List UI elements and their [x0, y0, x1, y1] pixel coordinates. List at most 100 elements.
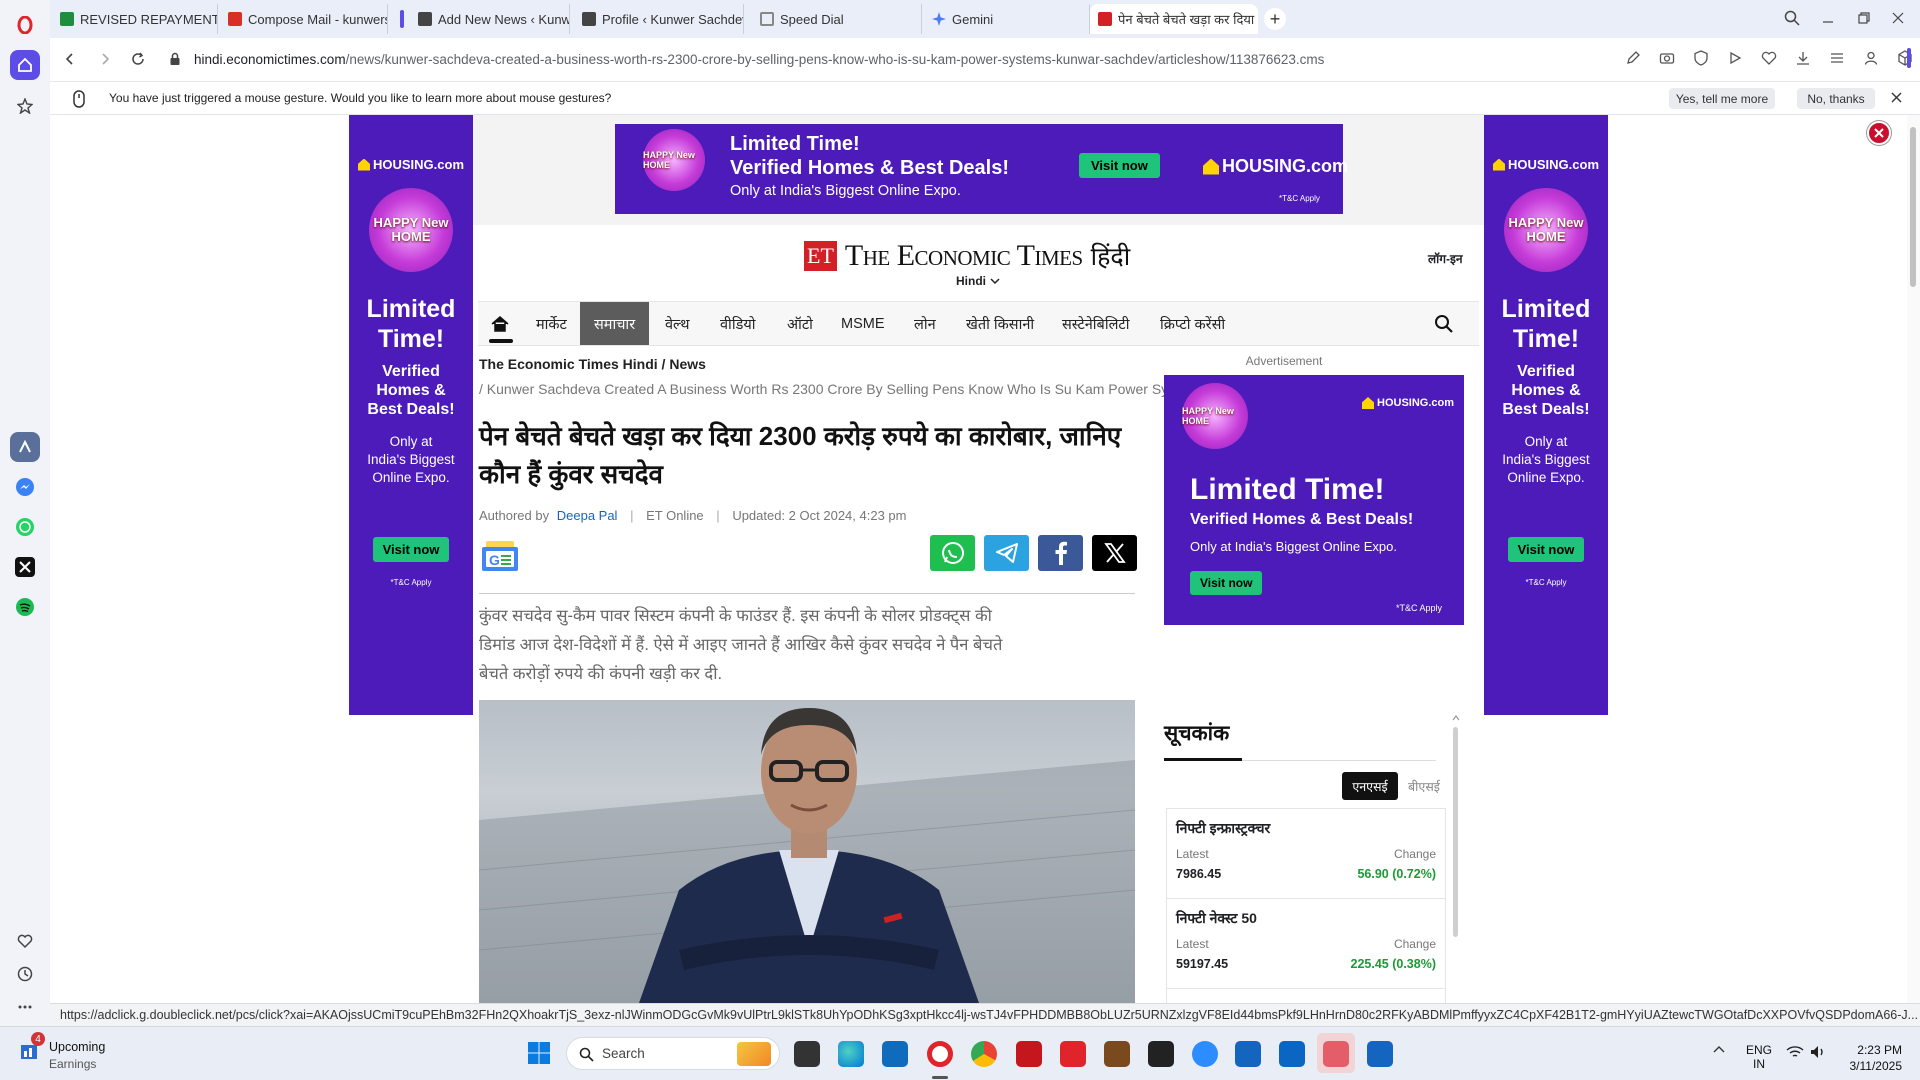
no-thanks-button[interactable]: No, thanks	[1797, 88, 1875, 109]
tab-economic-times-active[interactable]: पेन बेचते बेचते खड़ा कर दिया	[1090, 4, 1258, 34]
search-icon[interactable]	[1434, 302, 1454, 345]
nav-wealth[interactable]: वेल्थ	[665, 302, 690, 345]
et-logo-hindi: हिंदी	[1090, 242, 1131, 271]
nav-msme[interactable]: MSME	[841, 302, 885, 345]
breadcrumb-news[interactable]: News	[669, 356, 706, 372]
pinboard-icon[interactable]	[10, 91, 40, 121]
language-selector[interactable]: Hindi	[956, 274, 1000, 288]
whatsapp-share-icon[interactable]	[930, 535, 975, 571]
easy-setup-icon[interactable]	[1829, 50, 1845, 66]
tab-gemini[interactable]: Gemini	[924, 4, 1090, 34]
heart-icon[interactable]	[10, 926, 40, 956]
sidebar-toggle[interactable]	[1907, 48, 1911, 68]
camera-icon[interactable]	[1659, 50, 1675, 66]
edit-icon[interactable]	[1625, 50, 1641, 66]
aria-icon[interactable]	[10, 432, 40, 462]
tab-compose-mail[interactable]: Compose Mail - kunwersa	[220, 4, 388, 34]
close-ad-icon[interactable]	[1867, 121, 1891, 145]
sidebar-rectangle-ad[interactable]: HAPPY New HOME HOUSING.com Limited Time!…	[1164, 375, 1464, 625]
show-hidden-icons-chevron-icon[interactable]	[1713, 1045, 1725, 1053]
volume-icon[interactable]	[1810, 1045, 1826, 1059]
lock-icon[interactable]	[169, 52, 181, 66]
task-view-icon[interactable]	[794, 1041, 820, 1067]
visit-now-button[interactable]: Visit now	[1507, 537, 1585, 562]
close-notification-icon[interactable]	[1891, 92, 1902, 103]
zoom-icon[interactable]	[1192, 1041, 1218, 1067]
nav-market[interactable]: मार्केट	[536, 302, 567, 345]
nav-sustainability[interactable]: सस्टेनेबिलिटी	[1062, 302, 1129, 345]
download-icon[interactable]	[1795, 50, 1811, 66]
close-window-icon[interactable]	[1890, 10, 1906, 26]
page-scrollbar-thumb[interactable]	[1910, 127, 1916, 287]
more-options-icon[interactable]	[10, 992, 40, 1022]
yes-tell-me-more-button[interactable]: Yes, tell me more	[1669, 88, 1775, 109]
x-share-icon[interactable]	[1092, 535, 1137, 571]
nav-crypto[interactable]: क्रिप्टो करेंसी	[1160, 302, 1225, 345]
speed-dial-home-icon[interactable]	[10, 50, 40, 80]
input-language[interactable]: ENG IN	[1746, 1043, 1772, 1071]
back-icon[interactable]	[63, 52, 77, 66]
new-tab-button[interactable]: +	[1264, 8, 1286, 30]
spotify-icon[interactable]	[10, 592, 40, 622]
forward-icon[interactable]	[98, 52, 112, 66]
google-news-icon[interactable]: G	[480, 539, 520, 573]
tab-nse[interactable]: एनएसई	[1342, 772, 1398, 800]
messenger-icon[interactable]	[10, 472, 40, 502]
tab-bse[interactable]: बीएसई	[1402, 772, 1446, 800]
clock[interactable]: 2:23 PM 3/11/2025	[1840, 1042, 1903, 1074]
nav-video[interactable]: वीडियो	[720, 302, 756, 345]
taskbar-search[interactable]: Search	[566, 1037, 780, 1070]
widget-scroll-up-icon[interactable]	[1452, 715, 1460, 723]
nav-auto[interactable]: ऑटो	[787, 302, 813, 345]
facebook-share-icon[interactable]	[1038, 535, 1083, 571]
telegram-share-icon[interactable]	[984, 535, 1029, 571]
app-icon[interactable]	[1148, 1041, 1174, 1067]
index-row[interactable]: निफ्टी इन्फ्रास्ट्रक्चर Latest Change 79…	[1167, 809, 1445, 899]
right-side-ad[interactable]: HOUSING.com HAPPY New HOME Limited Time! …	[1484, 115, 1608, 715]
whatsapp-icon[interactable]	[10, 512, 40, 542]
bookmark-heart-icon[interactable]	[1761, 50, 1777, 66]
x-twitter-icon[interactable]	[10, 552, 40, 582]
outlook-icon[interactable]	[882, 1041, 908, 1067]
adblock-shield-icon[interactable]	[1693, 50, 1709, 66]
tab-repayment-plan[interactable]: REVISED REPAYMENT PLAN	[52, 4, 218, 34]
reload-icon[interactable]	[131, 52, 145, 66]
snipping-tool-active[interactable]	[1317, 1033, 1355, 1073]
windows-start-icon[interactable]	[527, 1041, 551, 1065]
acrobat-icon[interactable]	[1016, 1041, 1042, 1067]
index-row[interactable]: निफ्टी नेक्स्ट 50 Latest Change 59197.45…	[1167, 899, 1445, 989]
tab-profile[interactable]: Profile ‹ Kunwer Sachdev	[574, 4, 744, 34]
chrome-icon[interactable]	[971, 1041, 997, 1067]
player-icon[interactable]	[1727, 50, 1743, 66]
game-icon[interactable]	[1104, 1041, 1130, 1067]
word-icon[interactable]	[1235, 1041, 1261, 1067]
et-hindi-logo[interactable]: ET The Economic Times हिंदी	[804, 239, 1130, 273]
visit-now-button[interactable]: Visit now	[372, 537, 450, 562]
anydesk-icon[interactable]	[1060, 1041, 1086, 1067]
tab-speed-dial[interactable]: Speed Dial	[752, 4, 922, 34]
account-icon[interactable]	[1863, 50, 1879, 66]
history-icon[interactable]	[10, 959, 40, 989]
visit-now-button[interactable]: Visit now	[1079, 153, 1160, 178]
tab-search-icon[interactable]	[1784, 10, 1800, 26]
edge-icon[interactable]	[838, 1041, 864, 1067]
nav-farming[interactable]: खेती किसानी	[966, 302, 1034, 345]
editor-icon[interactable]	[1367, 1041, 1393, 1067]
url-field[interactable]: hindi.economictimes.com/news/kunwer-sach…	[194, 52, 1324, 67]
restore-icon[interactable]	[1856, 10, 1872, 26]
breadcrumb-home[interactable]: The Economic Times Hindi	[479, 356, 658, 372]
author-link[interactable]: Deepa Pal	[557, 508, 618, 523]
login-link[interactable]: लॉग-इन	[1428, 250, 1463, 267]
widget-scrollbar[interactable]	[1453, 727, 1458, 937]
nav-loan[interactable]: लोन	[914, 302, 936, 345]
nav-news[interactable]: समाचार	[580, 302, 650, 345]
opera-logo-icon[interactable]	[10, 10, 40, 40]
visit-now-button[interactable]: Visit now	[1190, 571, 1263, 595]
top-banner-ad[interactable]: HAPPY New HOME Limited Time! Verified Ho…	[615, 124, 1348, 214]
tab-add-new-news[interactable]: Add New News ‹ Kunwer S	[400, 4, 570, 34]
wifi-icon[interactable]	[1786, 1045, 1804, 1059]
opera-taskbar-icon[interactable]	[927, 1041, 953, 1067]
minimize-icon[interactable]	[1820, 10, 1836, 26]
left-side-ad[interactable]: HOUSING.com HAPPY New HOME Limited Time! …	[349, 115, 473, 715]
remote-app-icon[interactable]	[1279, 1041, 1305, 1067]
